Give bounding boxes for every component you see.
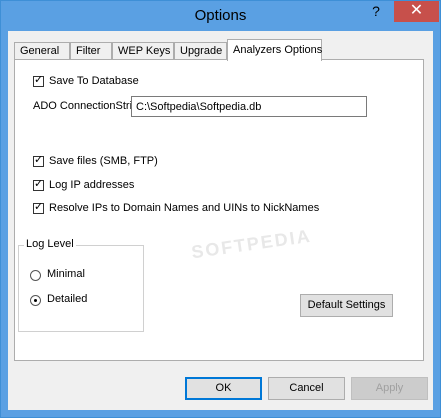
cancel-button[interactable]: Cancel xyxy=(268,377,345,400)
analyzers-options-panel: Save To Database ADO ConnectionString: S… xyxy=(14,59,424,361)
help-button[interactable]: ? xyxy=(362,1,390,22)
dialog-client-area: General Filter WEP Keys Upgrade Analyzer… xyxy=(8,31,433,410)
detailed-radio[interactable] xyxy=(30,295,41,306)
softpedia-watermark: SOFTPEDIA xyxy=(190,225,313,263)
save-to-database-checkbox[interactable] xyxy=(33,73,44,87)
resolve-ips-label: Resolve IPs to Domain Names and UINs to … xyxy=(49,202,320,214)
log-level-title: Log Level xyxy=(24,238,76,250)
close-button[interactable]: ✕ xyxy=(394,1,439,22)
log-level-group: Log Level Minimal Detailed xyxy=(18,238,144,332)
save-to-database-label: Save To Database xyxy=(49,75,139,87)
tab-upgrade[interactable]: Upgrade xyxy=(174,42,227,59)
log-ip-checkbox[interactable] xyxy=(33,177,44,191)
options-dialog: Options ? ✕ General Filter WEP Keys Upgr… xyxy=(0,0,441,418)
tab-general[interactable]: General xyxy=(14,42,70,59)
log-ip-label: Log IP addresses xyxy=(49,179,135,191)
resolve-ips-checkbox[interactable] xyxy=(33,200,44,214)
ado-connection-input[interactable] xyxy=(131,96,367,117)
tab-filter[interactable]: Filter xyxy=(70,42,112,59)
tab-wep-keys[interactable]: WEP Keys xyxy=(112,42,174,59)
save-files-label: Save files (SMB, FTP) xyxy=(49,155,158,167)
ok-button[interactable]: OK xyxy=(185,377,262,400)
tab-analyzers-options[interactable]: Analyzers Options xyxy=(227,39,322,61)
detailed-label: Detailed xyxy=(47,293,88,305)
title-bar[interactable]: Options ? ✕ xyxy=(1,1,440,31)
minimal-label: Minimal xyxy=(47,268,85,280)
save-files-checkbox[interactable] xyxy=(33,153,44,167)
minimal-radio[interactable] xyxy=(30,270,41,281)
apply-button[interactable]: Apply xyxy=(351,377,428,400)
default-settings-button[interactable]: Default Settings xyxy=(300,294,393,317)
